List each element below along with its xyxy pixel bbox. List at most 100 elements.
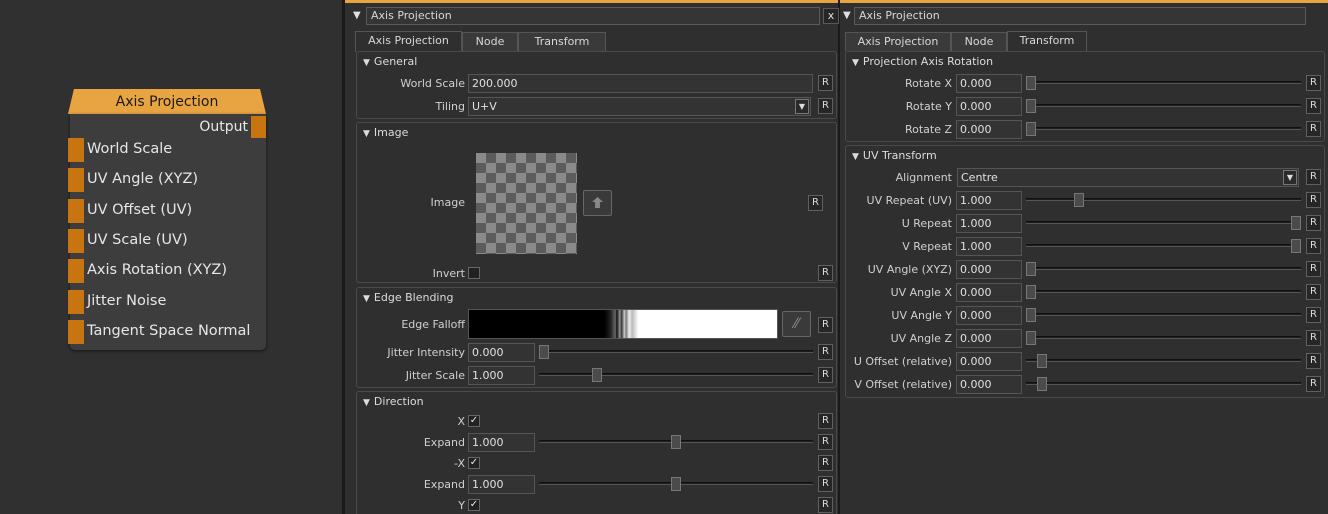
uv-angle-xyz-field[interactable]: 0.000 [956, 260, 1022, 279]
reset-uv-angle-x-button[interactable]: R [1306, 284, 1321, 300]
rotate-y-field[interactable]: 0.000 [956, 97, 1022, 116]
u-offset-relative-slider-track[interactable] [1026, 359, 1301, 362]
tiling-dropdown[interactable]: U+V ▼ [468, 97, 811, 116]
tab-transform[interactable]: Transform [518, 32, 606, 51]
input-port[interactable] [68, 319, 84, 344]
tab-node[interactable]: Node [951, 32, 1007, 51]
reset-edge-falloff-button[interactable]: R [818, 317, 833, 333]
v-offset-relative-slider-handle[interactable] [1036, 377, 1047, 391]
u-repeat-slider-track[interactable] [1026, 221, 1301, 224]
uv-angle-xyz-slider-handle[interactable] [1026, 262, 1036, 276]
rotate-x-slider-track[interactable] [1026, 81, 1301, 84]
jitter-scale-field[interactable]: 1.000 [468, 366, 535, 385]
chevron-down-icon[interactable]: ▼ [795, 99, 809, 114]
uv-transform-heading[interactable]: ▼ UV Transform [852, 149, 937, 162]
triangle-down-icon[interactable]: ▼ [363, 398, 370, 408]
uv-angle-x-slider-handle[interactable] [1026, 285, 1036, 299]
direction-y-checkbox[interactable]: ✓ [468, 499, 480, 511]
reset-u-offset-relative-button[interactable]: R [1306, 353, 1321, 369]
rotate-z-field[interactable]: 0.000 [956, 120, 1022, 139]
output-port[interactable] [251, 116, 266, 138]
reset-invert-button[interactable]: R [818, 265, 833, 281]
uv-angle-xyz-slider-track[interactable] [1026, 267, 1301, 270]
jitter-intensity-slider-track[interactable] [539, 350, 813, 353]
jitter-intensity-slider-handle[interactable] [539, 345, 549, 359]
triangle-down-icon[interactable]: ▼ [363, 129, 370, 139]
direction-x-checkbox[interactable]: ✓ [468, 457, 480, 469]
direction-heading[interactable]: ▼ Direction [363, 395, 424, 408]
tab-node[interactable]: Node [462, 32, 518, 51]
reset-tiling-button[interactable]: R [818, 98, 833, 114]
reset-expand-button[interactable]: R [818, 476, 833, 492]
triangle-down-icon[interactable]: ▼ [852, 58, 859, 68]
uv-repeat-uv-slider-track[interactable] [1026, 198, 1301, 201]
triangle-down-icon[interactable]: ▼ [363, 294, 370, 304]
jitter-scale-slider-handle[interactable] [591, 368, 602, 382]
reset-direction-button[interactable]: R [818, 455, 833, 471]
feather-icon[interactable]: ⁄⁄ [782, 311, 811, 337]
rotation-heading[interactable]: ▼ Projection Axis Rotation [852, 55, 993, 68]
reset-v-repeat-button[interactable]: R [1306, 238, 1321, 254]
reset-expand-button[interactable]: R [818, 434, 833, 450]
expand-field[interactable]: 1.000 [468, 433, 535, 452]
expand-slider-handle[interactable] [671, 477, 681, 491]
v-offset-relative-field[interactable]: 0.000 [956, 375, 1022, 394]
reset-u-repeat-button[interactable]: R [1306, 215, 1321, 231]
reset-uv-repeat-uv-button[interactable]: R [1306, 192, 1321, 208]
tab-transform[interactable]: Transform [1007, 31, 1087, 52]
input-port[interactable] [68, 259, 84, 284]
uv-angle-y-field[interactable]: 0.000 [956, 306, 1022, 325]
reset-world-scale-button[interactable]: R [818, 75, 833, 91]
panel-title-field[interactable]: Axis Projection [366, 7, 820, 25]
uv-angle-x-slider-track[interactable] [1026, 290, 1301, 293]
expand-slider-handle[interactable] [671, 435, 681, 449]
image-preview[interactable] [476, 153, 577, 254]
alignment-dropdown[interactable]: Centre ▼ [957, 168, 1299, 187]
jitter-intensity-field[interactable]: 0.000 [468, 343, 535, 362]
edge-falloff-gradient[interactable] [468, 309, 778, 339]
uv-angle-y-slider-handle[interactable] [1026, 308, 1036, 322]
uv-angle-z-field[interactable]: 0.000 [956, 329, 1022, 348]
collapse-triangle-icon[interactable]: ▼ [353, 10, 361, 21]
general-heading[interactable]: ▼ General [363, 55, 417, 68]
reset-rotate-z-button[interactable]: R [1306, 121, 1321, 137]
uv-angle-z-slider-handle[interactable] [1026, 331, 1036, 345]
axis-projection-node[interactable]: Axis Projection Output World Scale UV Ang… [68, 89, 266, 350]
v-repeat-slider-handle[interactable] [1291, 239, 1301, 253]
reset-alignment-button[interactable]: R [1306, 169, 1321, 185]
upload-image-button[interactable] [583, 190, 612, 216]
v-repeat-field[interactable]: 1.000 [956, 237, 1022, 256]
u-offset-relative-slider-handle[interactable] [1036, 354, 1047, 368]
reset-uv-angle-y-button[interactable]: R [1306, 307, 1321, 323]
input-port[interactable] [68, 228, 84, 253]
reset-rotate-x-button[interactable]: R [1306, 75, 1321, 91]
reset-jitter-scale-button[interactable]: R [818, 367, 833, 383]
jitter-scale-slider-track[interactable] [539, 373, 813, 376]
uv-angle-y-slider-track[interactable] [1026, 313, 1301, 316]
reset-direction-button[interactable]: R [818, 497, 833, 513]
reset-direction-button[interactable]: R [818, 413, 833, 429]
reset-image-button[interactable]: R [808, 195, 823, 211]
u-offset-relative-field[interactable]: 0.000 [956, 352, 1022, 371]
rotate-z-slider-handle[interactable] [1026, 122, 1036, 136]
invert-checkbox[interactable] [468, 267, 480, 279]
input-port[interactable] [68, 138, 84, 162]
reset-jitter-intensity-button[interactable]: R [818, 344, 833, 360]
reset-rotate-y-button[interactable]: R [1306, 98, 1321, 114]
rotate-x-field[interactable]: 0.000 [956, 74, 1022, 93]
tab-axis-projection[interactable]: Axis Projection [845, 32, 951, 51]
rotate-z-slider-track[interactable] [1026, 127, 1301, 130]
collapse-triangle-icon[interactable]: ▼ [843, 10, 851, 21]
rotate-x-slider-handle[interactable] [1026, 76, 1036, 90]
triangle-down-icon[interactable]: ▼ [852, 152, 859, 162]
input-port[interactable] [68, 198, 84, 223]
panel-title-field[interactable]: Axis Projection [854, 7, 1306, 25]
node-title[interactable]: Axis Projection [68, 89, 266, 114]
uv-angle-z-slider-track[interactable] [1026, 336, 1301, 339]
rotate-y-slider-handle[interactable] [1026, 99, 1036, 113]
u-repeat-field[interactable]: 1.000 [956, 214, 1022, 233]
input-port[interactable] [68, 289, 84, 314]
u-repeat-slider-handle[interactable] [1291, 216, 1301, 230]
reset-v-offset-relative-button[interactable]: R [1306, 376, 1321, 392]
uv-angle-x-field[interactable]: 0.000 [956, 283, 1022, 302]
